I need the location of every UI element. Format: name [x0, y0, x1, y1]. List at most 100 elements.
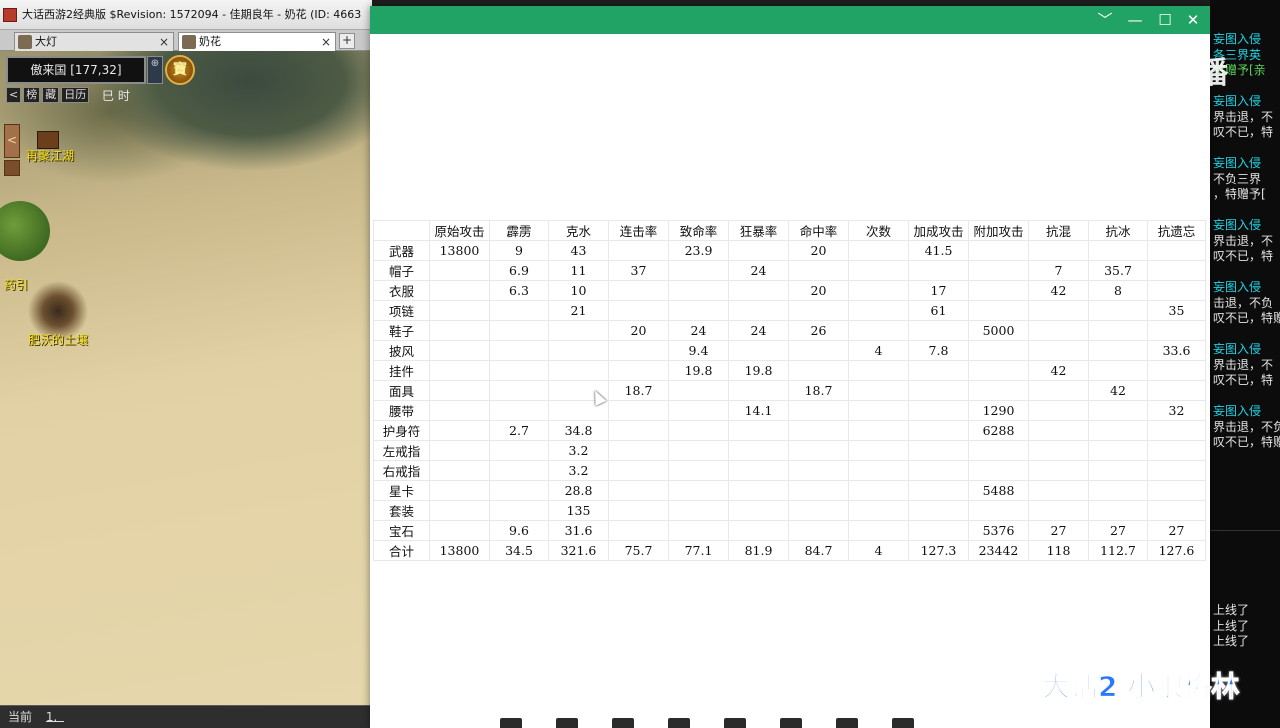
table-cell[interactable]: 37 — [608, 260, 669, 281]
table-cell[interactable] — [968, 260, 1029, 281]
corner-header-cell[interactable] — [373, 220, 430, 241]
table-cell[interactable] — [908, 420, 969, 441]
table-cell[interactable] — [548, 340, 609, 361]
table-cell[interactable]: 135 — [548, 500, 609, 521]
table-cell[interactable] — [848, 280, 909, 301]
table-cell[interactable] — [1088, 240, 1148, 261]
table-cell[interactable]: 4 — [848, 340, 909, 361]
table-cell[interactable] — [489, 460, 549, 481]
ranking-button[interactable]: 榜 — [23, 87, 41, 103]
table-cell[interactable] — [728, 520, 789, 541]
table-cell[interactable] — [728, 440, 789, 461]
table-cell[interactable] — [728, 380, 789, 401]
table-cell[interactable] — [848, 300, 909, 321]
table-cell[interactable] — [1028, 460, 1089, 481]
table-cell[interactable] — [908, 400, 969, 421]
table-cell[interactable]: 26 — [788, 320, 849, 341]
table-cell[interactable] — [728, 340, 789, 361]
table-cell[interactable] — [788, 340, 849, 361]
table-cell[interactable] — [668, 400, 729, 421]
table-cell[interactable] — [908, 360, 969, 381]
table-cell[interactable] — [668, 520, 729, 541]
table-cell[interactable] — [608, 520, 669, 541]
row-label-cell[interactable]: 护身符 — [373, 420, 430, 441]
table-cell[interactable]: 9.4 — [668, 340, 729, 361]
table-cell[interactable] — [1147, 420, 1206, 441]
table-cell[interactable]: 77.1 — [668, 540, 729, 561]
table-cell[interactable] — [788, 440, 849, 461]
table-cell[interactable] — [968, 500, 1029, 521]
table-cell[interactable] — [728, 280, 789, 301]
table-cell[interactable] — [1088, 460, 1148, 481]
table-cell[interactable]: 24 — [728, 320, 789, 341]
table-cell[interactable] — [848, 380, 909, 401]
column-header[interactable]: 附加攻击 — [968, 220, 1029, 241]
table-cell[interactable]: 27 — [1028, 520, 1089, 541]
taskbar-icon[interactable] — [612, 718, 634, 728]
table-cell[interactable] — [728, 420, 789, 441]
table-cell[interactable] — [1028, 420, 1089, 441]
table-cell[interactable] — [608, 460, 669, 481]
table-cell[interactable] — [1147, 440, 1206, 461]
table-cell[interactable]: 321.6 — [548, 540, 609, 561]
table-cell[interactable]: 7 — [1028, 260, 1089, 281]
table-cell[interactable] — [1147, 240, 1206, 261]
table-cell[interactable]: 20 — [608, 320, 669, 341]
table-cell[interactable]: 61 — [908, 300, 969, 321]
column-header[interactable]: 原始攻击 — [429, 220, 490, 241]
table-cell[interactable] — [608, 480, 669, 501]
table-cell[interactable] — [1147, 360, 1206, 381]
table-cell[interactable]: 8 — [1088, 280, 1148, 301]
side-panel-toggle[interactable]: < — [4, 124, 20, 158]
game-map[interactable]: 再聚江湖 药引 肥沃的土壤 — [0, 51, 372, 705]
table-cell[interactable]: 27 — [1088, 520, 1148, 541]
table-cell[interactable] — [668, 300, 729, 321]
table-cell[interactable] — [1028, 340, 1089, 361]
table-cell[interactable] — [1028, 240, 1089, 261]
row-label-cell[interactable]: 武器 — [373, 240, 430, 261]
table-cell[interactable] — [1028, 400, 1089, 421]
table-cell[interactable] — [848, 500, 909, 521]
table-cell[interactable] — [548, 360, 609, 381]
row-label-cell[interactable]: 面具 — [373, 380, 430, 401]
table-cell[interactable]: 28.8 — [548, 480, 609, 501]
table-cell[interactable] — [1088, 360, 1148, 381]
table-cell[interactable]: 23442 — [968, 540, 1029, 561]
table-cell[interactable] — [429, 340, 490, 361]
table-cell[interactable]: 6.9 — [489, 260, 549, 281]
table-cell[interactable] — [608, 240, 669, 261]
table-cell[interactable] — [608, 300, 669, 321]
table-cell[interactable] — [668, 260, 729, 281]
table-cell[interactable] — [728, 240, 789, 261]
tab-close-icon[interactable]: × — [159, 33, 169, 51]
table-cell[interactable]: 27 — [1147, 520, 1206, 541]
row-label-cell[interactable]: 宝石 — [373, 520, 430, 541]
table-cell[interactable] — [608, 440, 669, 461]
table-cell[interactable] — [489, 440, 549, 461]
table-cell[interactable] — [788, 260, 849, 281]
table-cell[interactable]: 81.9 — [728, 540, 789, 561]
table-cell[interactable] — [788, 460, 849, 481]
row-label-cell[interactable]: 帽子 — [373, 260, 430, 281]
table-cell[interactable] — [728, 480, 789, 501]
table-cell[interactable]: 42 — [1028, 280, 1089, 301]
treasure-icon[interactable]: 寶 — [165, 55, 195, 85]
table-cell[interactable]: 3.2 — [548, 440, 609, 461]
column-header[interactable]: 连击率 — [608, 220, 669, 241]
map-label-fertile-soil[interactable]: 肥沃的土壤 — [28, 331, 88, 348]
column-header[interactable]: 克水 — [548, 220, 609, 241]
table-cell[interactable] — [668, 280, 729, 301]
column-header[interactable]: 次数 — [848, 220, 909, 241]
table-cell[interactable]: 6288 — [968, 420, 1029, 441]
column-header[interactable]: 加成攻击 — [908, 220, 969, 241]
table-cell[interactable]: 20 — [788, 240, 849, 261]
table-cell[interactable] — [1028, 440, 1089, 461]
table-cell[interactable] — [489, 360, 549, 381]
table-cell[interactable] — [489, 300, 549, 321]
table-cell[interactable] — [848, 460, 909, 481]
table-cell[interactable] — [788, 520, 849, 541]
map-label-herb[interactable]: 药引 — [4, 276, 28, 293]
taskbar-icon[interactable] — [836, 718, 858, 728]
table-cell[interactable] — [848, 440, 909, 461]
table-cell[interactable] — [788, 360, 849, 381]
